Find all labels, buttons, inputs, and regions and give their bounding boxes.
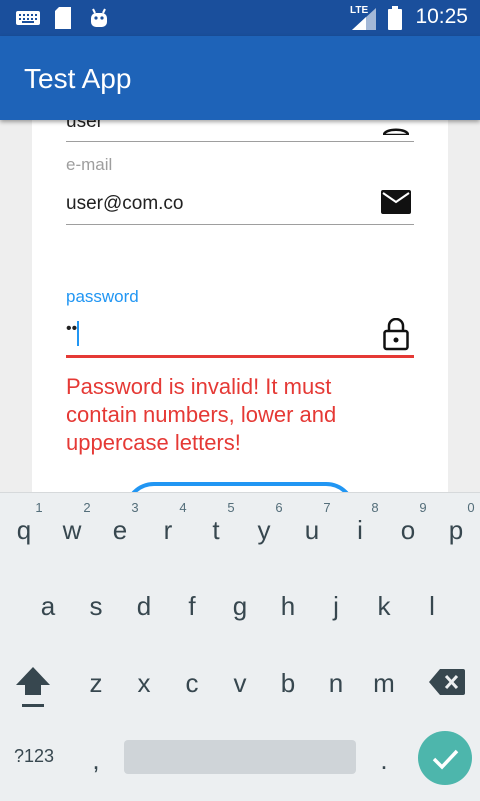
submit-button[interactable] xyxy=(124,482,356,492)
email-underline xyxy=(66,224,414,225)
key-v[interactable]: v xyxy=(216,668,264,699)
key-hint: 5 xyxy=(227,500,235,515)
password-label: password xyxy=(66,287,139,306)
app-bar: Test App xyxy=(0,36,480,120)
key-hint: 4 xyxy=(179,500,187,515)
password-field[interactable]: •• xyxy=(66,320,77,338)
key-m[interactable]: m xyxy=(360,668,408,699)
keyboard-icon xyxy=(16,10,40,31)
key-o[interactable]: o xyxy=(384,515,432,546)
key-z[interactable]: z xyxy=(72,668,120,699)
key-hint: 2 xyxy=(83,500,91,515)
status-time: 10:25 xyxy=(415,5,468,28)
space-key[interactable] xyxy=(124,740,356,774)
signal-icon xyxy=(352,8,378,35)
key-hint: 9 xyxy=(419,500,427,515)
battery-icon xyxy=(388,6,402,35)
app-title: Test App xyxy=(24,63,132,94)
symbols-key[interactable]: ?123 xyxy=(14,746,54,767)
email-field[interactable]: user@com.co xyxy=(66,193,184,215)
key-f[interactable]: f xyxy=(168,591,216,622)
key-n[interactable]: n xyxy=(312,668,360,699)
key-a[interactable]: a xyxy=(24,591,72,622)
android-icon xyxy=(88,7,110,34)
check-icon xyxy=(432,749,459,770)
key-y[interactable]: y xyxy=(240,515,288,546)
key-g[interactable]: g xyxy=(216,591,264,622)
key-x[interactable]: x xyxy=(120,668,168,699)
key-w[interactable]: w xyxy=(48,515,96,546)
person-icon xyxy=(382,122,410,140)
done-key[interactable] xyxy=(418,731,472,785)
key-r[interactable]: r xyxy=(144,515,192,546)
key-t[interactable]: t xyxy=(192,515,240,546)
password-underline xyxy=(66,355,414,358)
username-underline xyxy=(66,141,414,142)
username-field[interactable]: user xyxy=(66,120,103,133)
key-e[interactable]: e xyxy=(96,515,144,546)
key-hint: 1 xyxy=(35,500,43,515)
key-hint: 6 xyxy=(275,500,283,515)
key-j[interactable]: j xyxy=(312,591,360,622)
sd-card-icon xyxy=(54,7,72,34)
key-hint: 3 xyxy=(131,500,139,515)
text-cursor xyxy=(77,321,79,346)
key-i[interactable]: i xyxy=(336,515,384,546)
key-h[interactable]: h xyxy=(264,591,312,622)
key-k[interactable]: k xyxy=(360,591,408,622)
key-hint: 7 xyxy=(323,500,331,515)
shift-key[interactable] xyxy=(14,665,52,714)
lock-icon xyxy=(383,317,409,356)
form-scroll-area[interactable]: user e-mail user@com.co password •• Pass… xyxy=(0,120,480,492)
backspace-key[interactable] xyxy=(428,668,466,701)
period-key[interactable]: . xyxy=(360,745,408,776)
soft-keyboard: 1 2 3 4 5 6 7 8 9 0 q w e r t y u i o p … xyxy=(0,492,480,801)
key-p[interactable]: p xyxy=(432,515,480,546)
key-hint: 8 xyxy=(371,500,379,515)
key-u[interactable]: u xyxy=(288,515,336,546)
key-d[interactable]: d xyxy=(120,591,168,622)
key-hint: 0 xyxy=(467,500,475,515)
key-l[interactable]: l xyxy=(408,591,456,622)
key-q[interactable]: q xyxy=(0,515,48,546)
password-error-message: Password is invalid! It must contain num… xyxy=(66,374,337,455)
mail-icon xyxy=(381,190,411,219)
key-c[interactable]: c xyxy=(168,668,216,699)
key-s[interactable]: s xyxy=(72,591,120,622)
comma-key[interactable]: , xyxy=(72,745,120,776)
email-label: e-mail xyxy=(66,155,113,174)
key-b[interactable]: b xyxy=(264,668,312,699)
status-bar: LTE 10:25 xyxy=(0,0,480,36)
